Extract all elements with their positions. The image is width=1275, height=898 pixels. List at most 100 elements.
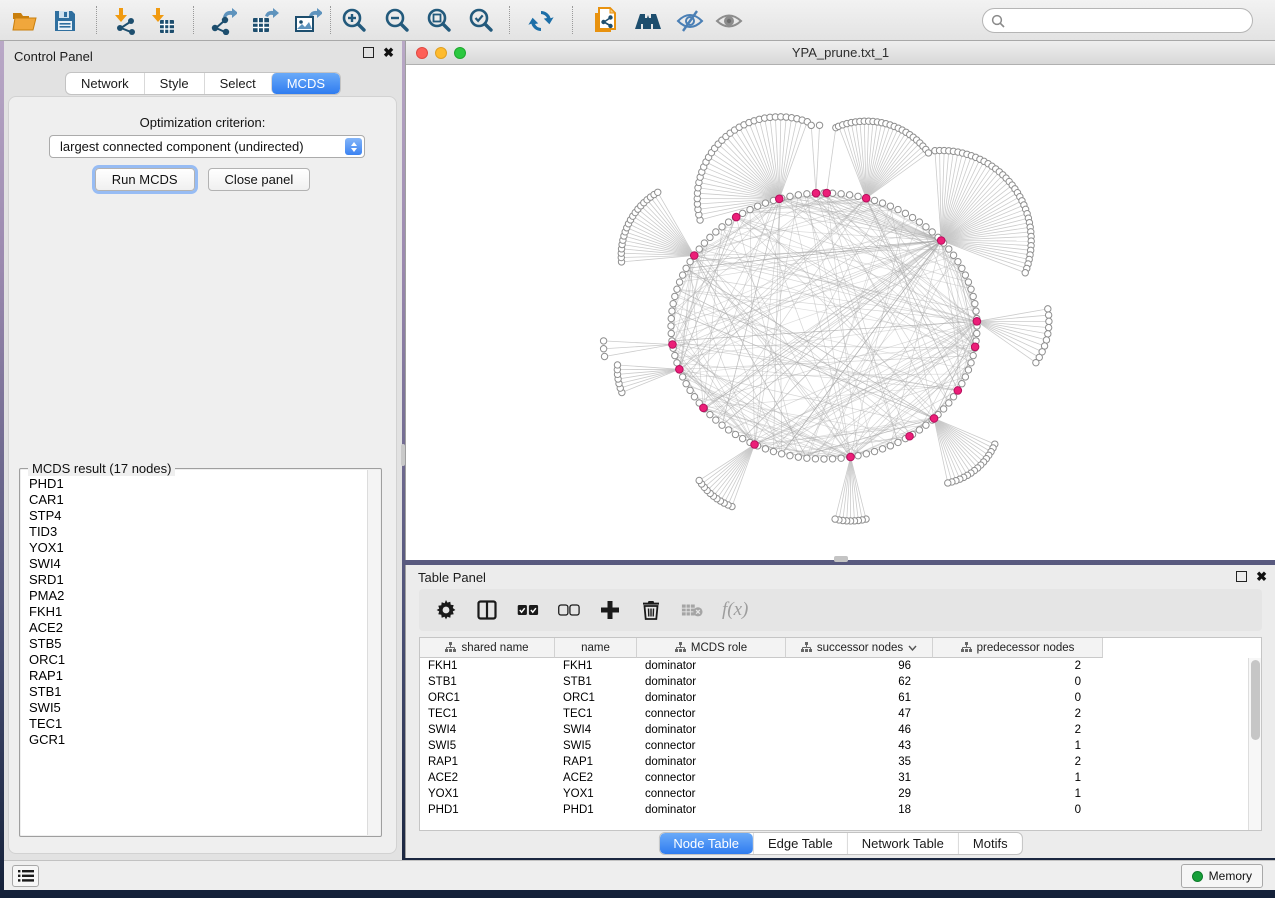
share-document-icon[interactable] (590, 6, 620, 36)
network-window-titlebar[interactable]: YPA_prune.txt_1 (406, 41, 1275, 65)
table-row[interactable]: ORC1ORC1dominator610 (420, 690, 1248, 706)
mcds-result-item[interactable]: STP4 (21, 508, 380, 524)
zoom-in-icon[interactable] (339, 6, 369, 36)
delete-column-trash-icon[interactable] (640, 599, 662, 621)
close-icon[interactable]: ✖ (1256, 571, 1267, 582)
table-row[interactable]: SWI4SWI4dominator462 (420, 722, 1248, 738)
table-row[interactable]: YOX1YOX1connector291 (420, 786, 1248, 802)
column-header-MCDS-role[interactable]: MCDS role (637, 638, 786, 658)
deselect-all-icon[interactable] (558, 599, 580, 621)
network-graph[interactable] (406, 65, 1275, 560)
optimization-criterion-label: Optimization criterion: (9, 115, 396, 130)
close-icon[interactable]: ✖ (383, 47, 394, 58)
search-field[interactable] (982, 8, 1253, 33)
memory-button[interactable]: Memory (1181, 864, 1263, 888)
mcds-result-item[interactable]: SWI4 (21, 556, 380, 572)
delete-table-icon-disabled (681, 599, 703, 621)
table-scrollbar-thumb[interactable] (1251, 660, 1260, 740)
show-eye-icon[interactable] (714, 6, 744, 36)
mcds-result-item[interactable]: ACE2 (21, 620, 380, 636)
select-all-icon[interactable] (517, 599, 539, 621)
column-view-icon[interactable] (476, 599, 498, 621)
export-image-icon[interactable] (293, 6, 323, 36)
close-panel-button[interactable]: Close panel (208, 168, 311, 191)
mcds-panel-body: Optimization criterion: largest connecte… (8, 96, 397, 854)
mcds-result-item[interactable]: SWI5 (21, 700, 380, 716)
column-header-name[interactable]: name (555, 638, 637, 658)
mcds-result-item[interactable]: TID3 (21, 524, 380, 540)
zoom-fit-icon[interactable] (424, 6, 454, 36)
node-table-rows: FKH1FKH1dominator962STB1STB1dominator620… (420, 658, 1248, 830)
table-panel-title: Table Panel (418, 570, 486, 585)
search-input[interactable] (1010, 13, 1252, 29)
search-icon (991, 14, 1005, 28)
mcds-result-item[interactable]: STB1 (21, 684, 380, 700)
mcds-result-item[interactable]: RAP1 (21, 668, 380, 684)
tab-network-table[interactable]: Network Table (847, 833, 958, 854)
zoom-selected-icon[interactable] (466, 6, 496, 36)
export-network-icon[interactable] (208, 6, 238, 36)
table-row[interactable]: ACE2ACE2connector311 (420, 770, 1248, 786)
mcds-result-list[interactable]: PHD1CAR1STP4TID3YOX1SWI4SRD1PMA2FKH1ACE2… (21, 470, 380, 835)
tab-select[interactable]: Select (204, 73, 271, 94)
mcds-result-item[interactable]: GCR1 (21, 732, 380, 748)
mcds-result-item[interactable]: CAR1 (21, 492, 380, 508)
table-row[interactable]: FKH1FKH1dominator962 (420, 658, 1248, 674)
tab-mcds[interactable]: MCDS (271, 73, 340, 94)
optimization-criterion-select[interactable]: largest connected component (undirected) (49, 135, 365, 158)
tab-style[interactable]: Style (144, 73, 204, 94)
zoom-out-icon[interactable] (382, 6, 412, 36)
toolbar-separator (96, 6, 97, 34)
table-row[interactable]: PHD1PHD1dominator180 (420, 802, 1248, 818)
mcds-result-item[interactable]: FKH1 (21, 604, 380, 620)
open-file-icon[interactable] (10, 6, 40, 36)
add-column-icon[interactable] (599, 599, 621, 621)
horizontal-splitter-grip[interactable] (834, 556, 848, 562)
table-scrollbar[interactable] (1248, 658, 1261, 830)
table-settings-gear-icon[interactable] (435, 599, 457, 621)
select-stepper-icon (345, 138, 362, 155)
mcds-list-scrollbar[interactable] (367, 470, 380, 835)
search-network-binoculars-icon[interactable] (633, 6, 663, 36)
function-builder-icon: f(x) (722, 599, 748, 621)
toolbar-separator (572, 6, 573, 34)
mcds-result-item[interactable]: ORC1 (21, 652, 380, 668)
column-header-predecessor-nodes[interactable]: predecessor nodes (933, 638, 1103, 658)
tab-edge-table[interactable]: Edge Table (753, 833, 847, 854)
export-table-icon[interactable] (250, 6, 280, 36)
table-row[interactable]: STB1STB1dominator620 (420, 674, 1248, 690)
network-canvas[interactable] (406, 65, 1275, 560)
table-row[interactable]: SWI5SWI5connector431 (420, 738, 1248, 754)
column-header-successor-nodes[interactable]: successor nodes (786, 638, 933, 658)
mcds-result-item[interactable]: TEC1 (21, 716, 380, 732)
table-row[interactable]: TEC1TEC1connector472 (420, 706, 1248, 722)
mcds-result-item[interactable]: PHD1 (21, 476, 380, 492)
control-panel: Control Panel ✖ NetworkStyleSelectMCDS O… (4, 41, 402, 860)
node-table[interactable]: shared namenameMCDS rolesuccessor nodesp… (419, 637, 1262, 831)
run-mcds-button[interactable]: Run MCDS (95, 168, 195, 191)
vertical-splitter-grip[interactable] (401, 444, 405, 466)
optimization-criterion-value: largest connected component (undirected) (60, 139, 304, 154)
mcds-result-item[interactable]: SRD1 (21, 572, 380, 588)
mcds-result-item[interactable]: STB5 (21, 636, 380, 652)
column-header-shared-name[interactable]: shared name (420, 638, 555, 658)
tab-network[interactable]: Network (66, 73, 144, 94)
float-window-icon[interactable] (1236, 571, 1247, 582)
import-table-icon[interactable] (148, 6, 178, 36)
hide-panels-eye-slash-icon[interactable] (675, 6, 705, 36)
mcds-result-group-title: MCDS result (17 nodes) (28, 461, 175, 476)
import-network-icon[interactable] (111, 6, 141, 36)
tab-node-table[interactable]: Node Table (659, 833, 753, 854)
tab-motifs[interactable]: Motifs (958, 833, 1022, 854)
mcds-result-item[interactable]: YOX1 (21, 540, 380, 556)
task-history-button[interactable] (12, 865, 39, 887)
table-row[interactable]: RAP1RAP1dominator352 (420, 754, 1248, 770)
refresh-layout-icon[interactable] (526, 6, 556, 36)
memory-status-icon (1192, 871, 1203, 882)
mcds-result-item[interactable]: PMA2 (21, 588, 380, 604)
toolbar-separator (509, 6, 510, 34)
save-session-icon[interactable] (50, 6, 80, 36)
network-view-window: YPA_prune.txt_1 (405, 41, 1275, 560)
float-window-icon[interactable] (363, 47, 374, 58)
table-panel-tabs: Node TableEdge TableNetwork TableMotifs (658, 832, 1022, 855)
